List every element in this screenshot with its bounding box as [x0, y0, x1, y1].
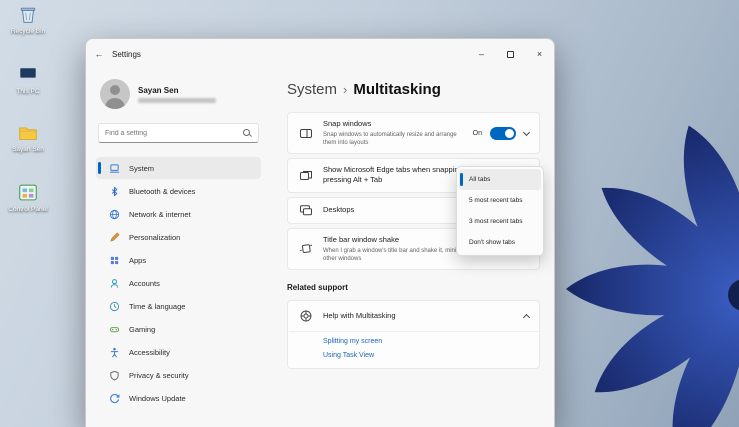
user-profile[interactable]: Sayan Sen: [96, 75, 261, 119]
link-using-task-view[interactable]: Using Task View: [323, 352, 374, 359]
dropdown-item-dont-show[interactable]: Don't show tabs: [459, 232, 541, 253]
breadcrumb-system[interactable]: System: [287, 81, 337, 98]
card-title: Snap windows: [323, 119, 464, 129]
personalization-icon: [108, 232, 121, 243]
chevron-up-icon[interactable]: [523, 314, 530, 321]
desktop-icon-user-folder[interactable]: Sayan Sen: [2, 122, 54, 154]
related-support-heading: Related support: [287, 283, 540, 292]
page-title: Multitasking: [353, 81, 441, 98]
sidebar-item-bluetooth-devices[interactable]: Bluetooth & devices: [96, 180, 261, 202]
selected-indicator: [98, 162, 101, 174]
link-splitting-my-screen[interactable]: Splitting my screen: [323, 338, 382, 345]
search-input[interactable]: [105, 130, 243, 137]
desktop-icon-recycle-bin[interactable]: Recycle Bin: [2, 4, 54, 36]
desktops-icon: [298, 204, 314, 217]
minimize-button[interactable]: –: [467, 39, 496, 69]
sidebar-item-gaming[interactable]: Gaming: [96, 318, 261, 340]
apps-icon: [108, 255, 121, 266]
sidebar-item-personalization[interactable]: Personalization: [96, 226, 261, 248]
card-title: Title bar window shake: [323, 235, 477, 245]
sidebar-item-network-internet[interactable]: Network & internet: [96, 203, 261, 225]
folder-icon: [17, 122, 39, 144]
snap-windows-toggle[interactable]: [490, 127, 516, 140]
sidebar-item-accounts[interactable]: Accounts: [96, 272, 261, 294]
desktop-icon-label: Control Panel: [8, 206, 47, 214]
breadcrumb: System › Multitasking: [287, 81, 540, 98]
user-name: Sayan Sen: [138, 86, 216, 95]
windows-update-icon: [108, 393, 121, 404]
window-controls: – ×: [467, 39, 554, 69]
accessibility-icon: [108, 347, 121, 358]
sidebar-item-privacy-security[interactable]: Privacy & security: [96, 364, 261, 386]
close-button[interactable]: ×: [525, 39, 554, 69]
user-email-blurred: [138, 98, 216, 103]
desktop: Recycle Bin This PC Sayan Sen Control Pa…: [0, 0, 739, 427]
help-card: Help with Multitasking Splitting my scre…: [287, 300, 540, 369]
maximize-button[interactable]: [496, 39, 525, 69]
recycle-bin-icon: [17, 4, 39, 26]
settings-window: ← Settings – × Sayan Sen: [85, 38, 555, 427]
search-icon: [243, 129, 252, 138]
sidebar-item-windows-update[interactable]: Windows Update: [96, 387, 261, 409]
control-panel-icon: [17, 182, 39, 204]
dropdown-item-all-tabs[interactable]: All tabs: [459, 169, 541, 190]
desktop-icon-control-panel[interactable]: Control Panel: [2, 182, 54, 214]
edge-tabs-icon: [298, 169, 314, 182]
sidebar-item-time-language[interactable]: Time & language: [96, 295, 261, 317]
desktop-icon-label: This PC: [16, 88, 39, 96]
sidebar-item-apps[interactable]: Apps: [96, 249, 261, 271]
toggle-state-label: On: [473, 130, 482, 137]
chevron-down-icon[interactable]: [523, 129, 530, 136]
sidebar-item-accessibility[interactable]: Accessibility: [96, 341, 261, 363]
settings-sidebar: Sayan Sen System: [86, 69, 271, 427]
help-icon: [298, 309, 314, 323]
system-icon: [108, 163, 121, 174]
network-icon: [108, 209, 121, 220]
snap-windows-icon: [298, 127, 314, 140]
card-subtitle: When I grab a window's title bar and sha…: [323, 247, 477, 263]
edge-tabs-dropdown: All tabs 5 most recent tabs 3 most recen…: [456, 166, 544, 256]
desktop-icon-this-pc[interactable]: This PC: [2, 64, 54, 96]
privacy-icon: [108, 370, 121, 381]
time-language-icon: [108, 301, 121, 312]
sidebar-nav: System Bluetooth & devices Network & int…: [96, 157, 261, 409]
avatar: [100, 79, 130, 109]
this-pc-icon: [17, 64, 39, 86]
titlebar[interactable]: ← Settings – ×: [86, 39, 554, 69]
gaming-icon: [108, 324, 121, 335]
help-card-title: Help with Multitasking: [323, 311, 515, 320]
search-box: [98, 123, 259, 143]
help-card-header[interactable]: Help with Multitasking: [288, 301, 539, 331]
maximize-icon: [507, 51, 514, 58]
window-title: Settings: [112, 50, 141, 59]
dropdown-item-3-most-recent[interactable]: 3 most recent tabs: [459, 211, 541, 232]
card-subtitle: Snap windows to automatically resize and…: [323, 131, 464, 147]
shake-icon: [298, 242, 314, 255]
sidebar-item-system[interactable]: System: [96, 157, 261, 179]
bluetooth-icon: [108, 186, 121, 197]
desktop-icon-label: Sayan Sen: [12, 146, 44, 154]
breadcrumb-separator: ›: [343, 82, 347, 97]
accounts-icon: [108, 278, 121, 289]
snap-windows-card[interactable]: Snap windows Snap windows to automatical…: [287, 112, 540, 154]
back-button[interactable]: ←: [86, 49, 112, 59]
dropdown-item-5-most-recent[interactable]: 5 most recent tabs: [459, 190, 541, 211]
desktop-icon-label: Recycle Bin: [11, 28, 45, 36]
